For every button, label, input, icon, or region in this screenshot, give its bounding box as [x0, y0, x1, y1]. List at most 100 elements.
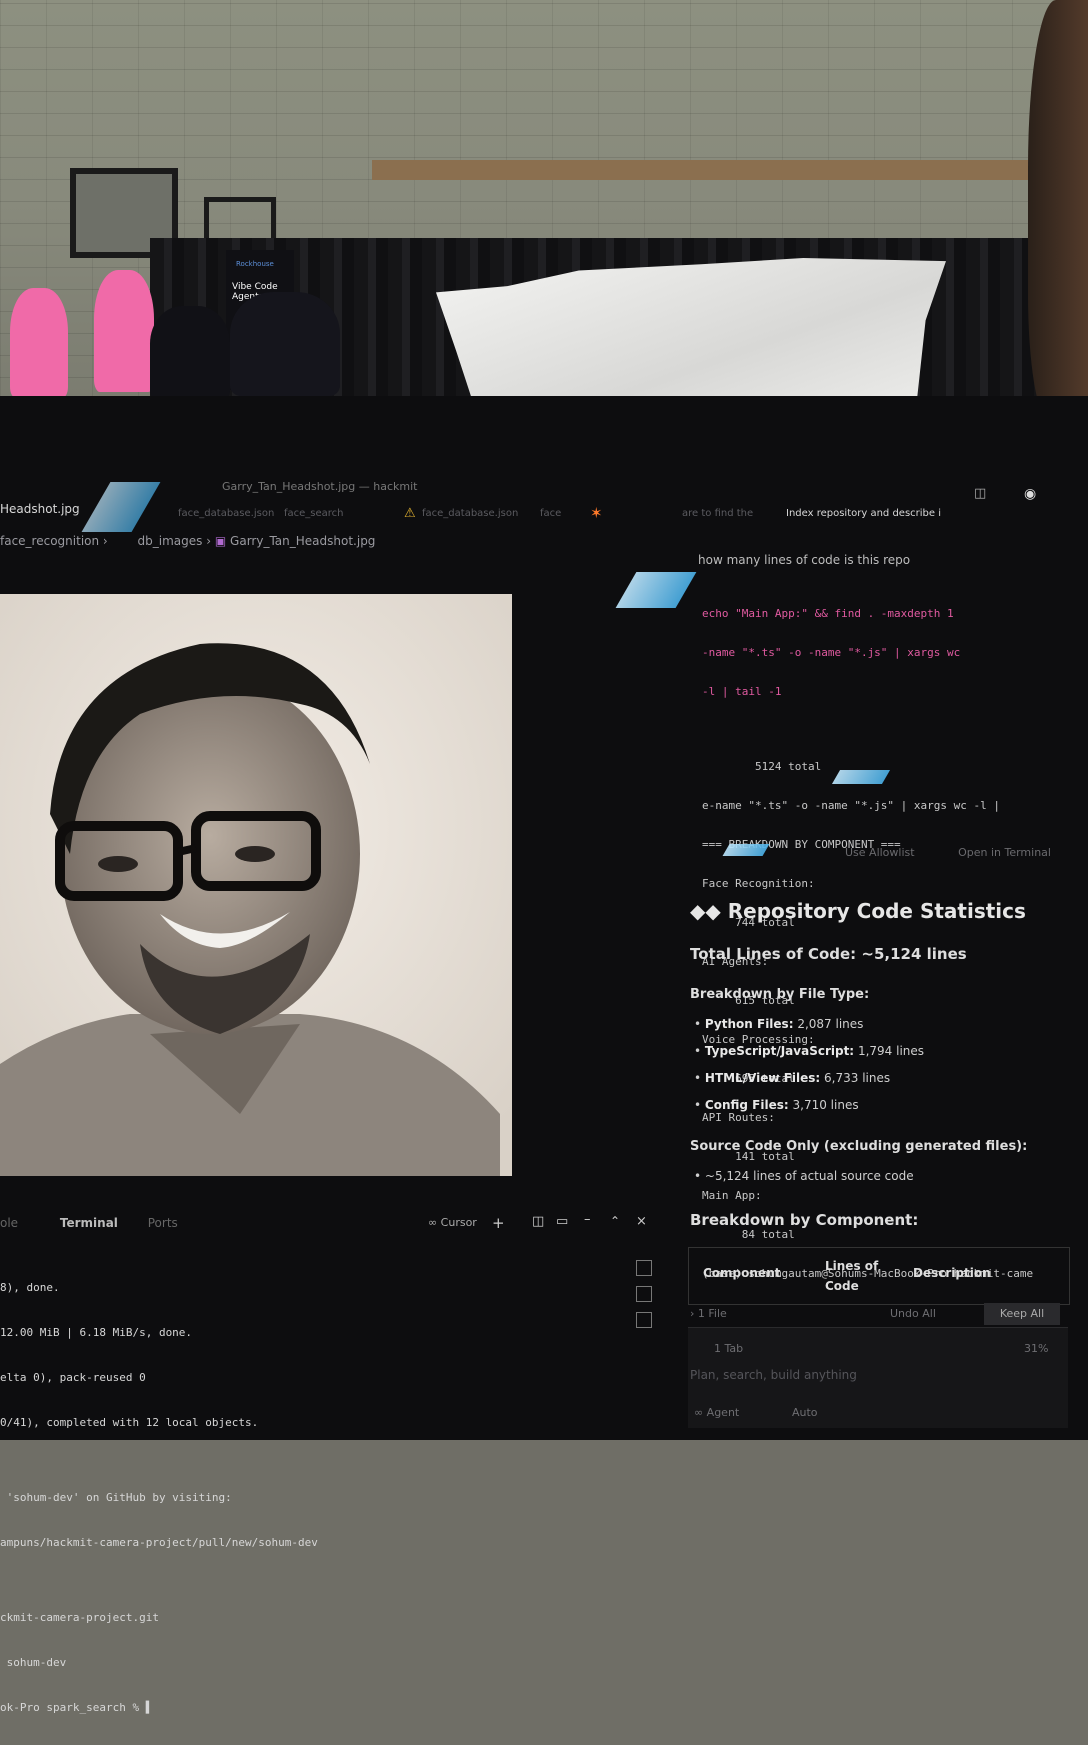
terminal-tabs: ole Terminal Ports — [0, 1216, 178, 1230]
mode-selector[interactable]: ∞ Agent — [694, 1406, 739, 1419]
photo-scene: Rockhouse Vibe Code Agents with Garry_Ta… — [0, 0, 1088, 1714]
terminal-instance-icon[interactable] — [636, 1312, 652, 1328]
table-header: Component — [703, 1266, 781, 1280]
person-pink-hoodie-1 — [10, 288, 68, 398]
terminal-panel: ole Terminal Ports ∞ Cursor + ◫ ▭ – ⌃ × … — [0, 1212, 660, 1714]
breadcrumb: face_recognition › db_images › ▣ Garry_T… — [0, 534, 375, 548]
chat-tab-1[interactable]: are to find the — [682, 508, 753, 519]
mode-label: Agent — [706, 1406, 740, 1419]
image-preview — [0, 594, 512, 1176]
terminal-line: ok-Pro spark_search % ▌ — [0, 1701, 153, 1714]
todo-label[interactable]: 1 Tab — [714, 1342, 743, 1355]
terminal-line: ampuns/hackmit-camera-project/pull/new/s… — [0, 1536, 318, 1549]
file-type-value: 3,710 lines — [792, 1098, 859, 1112]
terminal-line: 8), done. — [0, 1281, 60, 1294]
undo-all-button[interactable]: Undo All — [890, 1307, 936, 1320]
banner-brand: Rockhouse — [236, 260, 274, 268]
account-icon[interactable]: ◉ — [1024, 486, 1036, 502]
tab-output[interactable]: ole — [0, 1216, 18, 1230]
terminal-line: sohum-dev — [0, 1656, 67, 1669]
minimize-icon[interactable]: – — [584, 1212, 591, 1227]
stats-title: Repository Code Statistics — [727, 899, 1026, 923]
chat-input-box[interactable]: 1 Tab 31% Plan, search, build anything ∞… — [688, 1327, 1068, 1428]
image-file-icon: ▣ — [214, 534, 227, 548]
terminal-line: 'sohum-dev' on GitHub by visiting: — [0, 1491, 232, 1504]
terminal-instance-icon[interactable] — [636, 1286, 652, 1302]
output-line: Face Recognition: — [702, 877, 815, 890]
agent-chat-panel: how many lines of code is this repo echo… — [680, 541, 1088, 1440]
terminal-instance-icon[interactable] — [636, 1260, 652, 1276]
sparkle-icon[interactable]: ✶ — [590, 504, 603, 522]
output-line: e-name "*.ts" -o -name "*.js" | xargs wc… — [702, 799, 1001, 812]
tab-face[interactable]: face — [540, 508, 561, 519]
output-line: Main App: — [702, 1189, 762, 1202]
list-item: • HTML/View Files: 6,733 lines — [694, 1071, 891, 1085]
split-icon[interactable]: ◫ — [532, 1214, 544, 1229]
list-item: • Python Files: 2,087 lines — [694, 1017, 864, 1031]
command-line: echo "Main App:" && find . -maxdepth 1 — [702, 607, 954, 620]
terminal-line: 12.00 MiB | 6.18 MiB/s, done. — [0, 1326, 193, 1339]
warning-icon: ⚠ — [404, 506, 416, 521]
breadcrumb-part3[interactable]: Garry_Tan_Headshot.jpg — [230, 534, 375, 548]
table-header: Lines of Code — [825, 1259, 879, 1293]
diamond-icon: ◆◆ — [690, 899, 721, 923]
use-allowlist-button[interactable]: Use Allowlist — [845, 846, 915, 859]
tab-face-search[interactable]: face_search — [284, 508, 344, 519]
chevron-right-icon: › — [102, 534, 112, 548]
keep-all-button[interactable]: Keep All — [984, 1303, 1060, 1325]
breadcrumb-part2[interactable]: db_images — [138, 534, 203, 548]
table-header: Description — [913, 1266, 991, 1280]
command-line: -l | tail -1 — [702, 685, 782, 698]
file-type-value: 2,087 lines — [797, 1017, 864, 1031]
close-icon[interactable]: × — [636, 1214, 647, 1229]
command-line: -name "*.ts" -o -name "*.js" | xargs wc — [702, 646, 961, 659]
stats-heading: ◆◆ Repository Code Statistics — [690, 899, 1026, 923]
light-reflection — [722, 844, 770, 856]
chat-input[interactable]: Plan, search, build anything — [690, 1368, 857, 1382]
person-dark-1 — [150, 306, 230, 400]
person-foreground-right — [1028, 0, 1088, 420]
open-terminal-button[interactable]: Open in Terminal — [958, 846, 1051, 859]
files-changed[interactable]: 1 File — [698, 1307, 727, 1320]
by-component-heading: Breakdown by Component: — [690, 1211, 919, 1229]
tab-terminal[interactable]: Terminal — [60, 1216, 118, 1230]
plus-icon[interactable]: + — [492, 1214, 505, 1232]
chevron-up-icon[interactable]: ⌃ — [610, 1214, 620, 1228]
person-pink-hoodie-2 — [94, 270, 154, 392]
shell-selector[interactable]: ∞ Cursor — [428, 1216, 477, 1229]
source-bullet: ~5,124 lines of actual source code — [704, 1169, 914, 1183]
chat-tab-2[interactable]: Index repository and describe i — [786, 508, 941, 519]
source-only-heading: Source Code Only (excluding generated fi… — [690, 1139, 1028, 1154]
file-type-label: TypeScript/JavaScript: — [704, 1044, 855, 1058]
terminal-output[interactable]: 8), done. 12.00 MiB | 6.18 MiB/s, done. … — [0, 1250, 318, 1745]
tab-headshot[interactable]: Headshot.jpg — [0, 502, 80, 516]
output-line: 84 total — [702, 1228, 795, 1241]
component-table: Component Lines of Code Description — [688, 1247, 1070, 1305]
infinity-icon: ∞ — [694, 1406, 704, 1419]
changes-bar: › 1 File — [690, 1307, 727, 1320]
terminal-line: 0/41), completed with 12 local objects. — [0, 1416, 259, 1429]
tab-face-db-2[interactable]: face_database.json — [422, 508, 518, 519]
person-dark-2 — [230, 292, 340, 396]
list-item: • ~5,124 lines of actual source code — [694, 1169, 914, 1183]
total-loc: Total Lines of Code: ~5,124 lines — [690, 945, 967, 963]
tab-face-db[interactable]: face_database.json — [178, 508, 274, 519]
command-block: echo "Main App:" && find . -maxdepth 1 -… — [702, 581, 1033, 1306]
file-type-label: Config Files: — [704, 1098, 789, 1112]
by-file-type-heading: Breakdown by File Type: — [690, 987, 870, 1002]
chevron-right-icon[interactable]: › — [690, 1307, 694, 1320]
breadcrumb-part1[interactable]: face_recognition — [0, 534, 99, 548]
file-type-value: 6,733 lines — [824, 1071, 891, 1085]
wooden-rail — [372, 160, 1062, 180]
user-prompt: how many lines of code is this repo — [698, 553, 911, 567]
window-titlebar: Garry_Tan_Headshot.jpg — hackmit Headsho… — [0, 456, 1088, 522]
shell-label: Cursor — [440, 1216, 477, 1229]
tab-ports[interactable]: Ports — [148, 1216, 178, 1230]
layout-icon[interactable]: ◫ — [974, 486, 986, 501]
window-title: Garry_Tan_Headshot.jpg — hackmit — [222, 480, 418, 493]
file-type-label: Python Files: — [704, 1017, 794, 1031]
laptop-screen: Garry_Tan_Headshot.jpg — hackmit Headsho… — [0, 396, 1088, 1714]
model-selector[interactable]: Auto — [792, 1406, 818, 1419]
command-actions: Use Allowlist Open in Terminal — [845, 846, 1051, 859]
trash-icon[interactable]: ▭ — [556, 1214, 568, 1229]
